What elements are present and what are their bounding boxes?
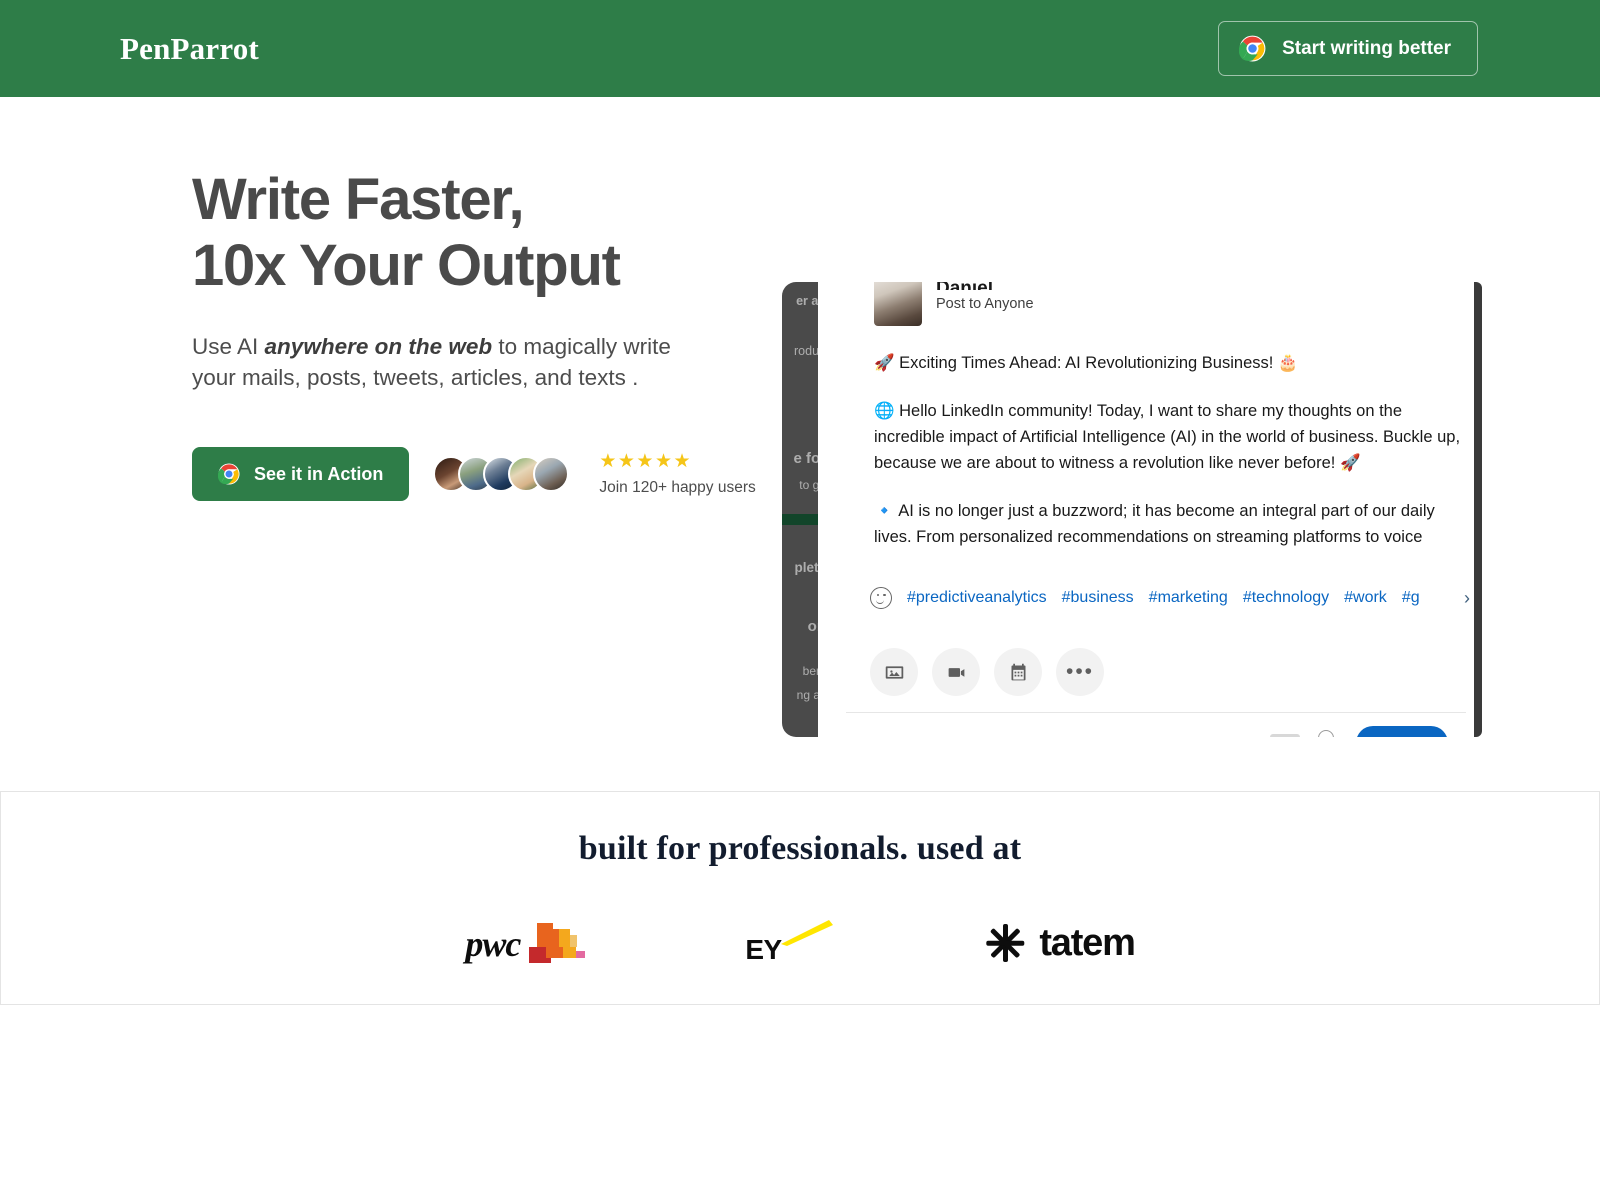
clock-icon xyxy=(1318,730,1334,737)
ey-logo: EY xyxy=(745,920,834,966)
ey-logo-text: EY xyxy=(745,934,782,965)
star-rating: ★★★★★ xyxy=(599,450,693,472)
logo-row: pwc EY tatem xyxy=(465,920,1136,966)
linkedin-post-composer: Daniel Post to Anyone 🚀 Exciting Times A… xyxy=(818,282,1474,737)
subhead-prefix: Use AI xyxy=(192,334,265,360)
post-author-info: Daniel Post to Anyone xyxy=(936,282,1034,312)
composer-divider xyxy=(846,712,1466,713)
site-header: PenParrot Start writing better xyxy=(0,0,1600,97)
brand-logo[interactable]: PenParrot xyxy=(120,31,259,67)
post-paragraph: 🚀 Exciting Times Ahead: AI Revolutionizi… xyxy=(874,354,1299,372)
start-writing-better-button[interactable]: Start writing better xyxy=(1218,21,1478,76)
mockup-right-edge xyxy=(1474,282,1482,737)
logos-section-title: built for professionals. used at xyxy=(578,830,1022,867)
hashtag-suggestions: #predictiveanalytics #business #marketin… xyxy=(870,587,1470,609)
see-it-in-action-button[interactable]: See it in Action xyxy=(192,447,410,502)
hero-cta-row: See it in Action ★★★★★ Join 120+ happy u… xyxy=(192,447,756,502)
smiley-icon[interactable] xyxy=(870,587,892,609)
asterisk-icon xyxy=(985,923,1025,963)
chevron-right-icon[interactable]: › xyxy=(1464,588,1470,609)
more-icon[interactable]: ••• xyxy=(1056,648,1104,696)
hero-subheading: Use AI anywhere on the web to magically … xyxy=(192,331,692,393)
chrome-icon xyxy=(1239,35,1266,62)
composer-toolbar: ••• xyxy=(870,648,1104,696)
social-proof-section: built for professionals. used at pwc EY … xyxy=(0,791,1600,1005)
post-button[interactable] xyxy=(1356,726,1448,737)
hero-section: Write Faster, 10x Your Output Use AI any… xyxy=(0,97,1600,790)
hashtag-chip[interactable]: #work xyxy=(1344,589,1387,607)
avatar-group xyxy=(433,456,570,493)
pwc-logo-blocks xyxy=(529,921,586,963)
image-icon[interactable] xyxy=(870,648,918,696)
tatem-logo-text: tatem xyxy=(1039,921,1136,964)
hero-copy: Write Faster, 10x Your Output Use AI any… xyxy=(192,167,756,502)
calendar-icon[interactable] xyxy=(994,648,1042,696)
headline-line-2: 10x Your Output xyxy=(192,232,621,298)
post-author-name: Daniel xyxy=(936,282,1034,290)
happy-users-label: Join 120+ happy users xyxy=(599,478,756,496)
post-text-body[interactable]: 🚀 Exciting Times Ahead: AI Revolutionizi… xyxy=(874,350,1464,548)
footer-placeholder xyxy=(1270,733,1300,737)
see-it-in-action-label: See it in Action xyxy=(254,463,384,484)
post-visibility-label: Post to Anyone xyxy=(936,296,1034,312)
hashtag-chip[interactable]: #technology xyxy=(1243,589,1329,607)
hashtag-chip[interactable]: #g xyxy=(1402,589,1420,607)
post-author-avatar xyxy=(874,282,922,326)
composer-footer-icons xyxy=(1270,730,1334,737)
hashtag-chip[interactable]: #predictiveanalytics xyxy=(907,589,1047,607)
product-screenshot: er ad rodue e for to ge plete on bers ng… xyxy=(782,282,1482,737)
hashtag-chip[interactable]: #marketing xyxy=(1149,589,1228,607)
chrome-icon xyxy=(218,463,240,485)
video-icon[interactable] xyxy=(932,648,980,696)
post-paragraph: 🌐 Hello LinkedIn community! Today, I wan… xyxy=(874,402,1461,473)
headline-line-1: Write Faster, xyxy=(192,167,525,232)
avatar xyxy=(533,456,570,493)
pwc-logo: pwc xyxy=(465,921,586,965)
start-writing-better-label: Start writing better xyxy=(1282,37,1451,59)
hashtag-chip[interactable]: #business xyxy=(1062,589,1134,607)
page-title: Write Faster, 10x Your Output xyxy=(192,167,712,298)
tatem-logo: tatem xyxy=(985,921,1136,965)
ey-swoosh-icon xyxy=(781,920,834,946)
pwc-logo-text: pwc xyxy=(465,924,521,964)
post-paragraph: 🔹 AI is no longer just a buzzword; it ha… xyxy=(874,502,1435,547)
social-proof: ★★★★★ Join 120+ happy users xyxy=(599,452,755,497)
subhead-emphasis: anywhere on the web xyxy=(264,334,493,360)
